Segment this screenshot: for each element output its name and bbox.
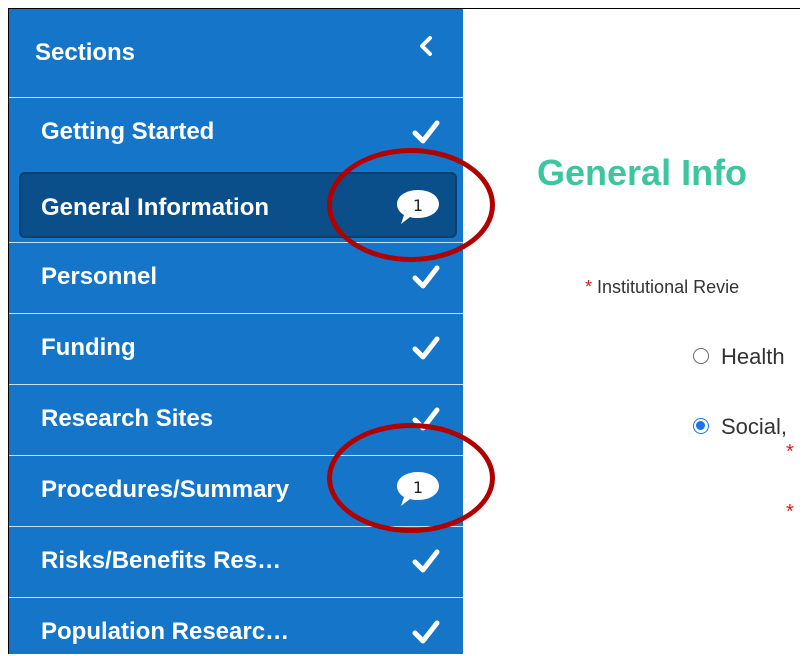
radio-option-label: Social, — [721, 414, 788, 439]
app-frame: Sections Getting Started General Informa… — [8, 8, 800, 654]
sidebar-item-label: General Information — [41, 194, 270, 221]
comment-bubble-icon[interactable]: 1 — [395, 470, 441, 508]
sub-field-label: C — [799, 441, 800, 463]
sidebar-item-procedures-summary[interactable]: Procedures/Summary 1 — [9, 455, 463, 526]
sidebar-item-risks-benefits[interactable]: Risks/Benefits Res… — [9, 526, 463, 597]
sidebar-item-population-research[interactable]: Population Researc… — [9, 597, 463, 654]
sidebar-item-general-information[interactable]: General Information 1 — [19, 172, 457, 238]
check-icon — [412, 620, 440, 644]
chevron-left-icon[interactable] — [415, 35, 437, 57]
required-marker: * — [786, 501, 794, 523]
sidebar-item-label: Procedures/Summary — [41, 476, 290, 503]
sub-field-c: * C — [786, 441, 800, 464]
check-icon — [412, 407, 440, 431]
sidebar-item-research-sites[interactable]: Research Sites — [9, 384, 463, 455]
sections-sidebar: Sections Getting Started General Informa… — [9, 9, 463, 654]
sub-field-l: * L — [786, 501, 800, 524]
irb-field-label: * Institutional Revie — [585, 277, 739, 298]
comment-bubble-icon[interactable]: 1 — [395, 188, 441, 226]
sidebar-item-getting-started[interactable]: Getting Started — [9, 97, 463, 168]
check-icon — [412, 265, 440, 289]
main-content: General Info * Institutional Revie Healt… — [463, 9, 800, 654]
sidebar-item-label: Personnel — [41, 263, 158, 290]
radio-option-social[interactable]: Social, — [693, 414, 787, 440]
radio-button[interactable] — [693, 418, 709, 435]
sidebar-item-personnel[interactable]: Personnel — [9, 242, 463, 313]
page-title: General Info — [537, 152, 748, 193]
sidebar-title: Sections — [35, 39, 136, 66]
check-icon — [412, 336, 440, 360]
sidebar-item-label: Risks/Benefits Res… — [41, 547, 282, 574]
radio-button[interactable] — [693, 348, 709, 365]
sidebar-item-label: Research Sites — [41, 405, 214, 432]
comment-count: 1 — [412, 196, 424, 215]
sidebar-item-label: Population Researc… — [41, 618, 290, 645]
irb-field-label-text: Institutional Revie — [597, 277, 740, 297]
sidebar-item-label: Funding — [41, 334, 136, 361]
sub-field-label: L — [799, 501, 800, 523]
check-icon — [412, 120, 440, 144]
required-marker: * — [786, 441, 794, 463]
check-icon — [412, 549, 440, 573]
sidebar-item-label: Getting Started — [41, 118, 215, 145]
required-marker: * — [585, 277, 593, 297]
sidebar-header: Sections — [9, 9, 463, 97]
radio-option-label: Health — [721, 344, 785, 369]
radio-option-health[interactable]: Health — [693, 344, 785, 370]
comment-count: 1 — [412, 478, 424, 497]
sidebar-item-funding[interactable]: Funding — [9, 313, 463, 384]
